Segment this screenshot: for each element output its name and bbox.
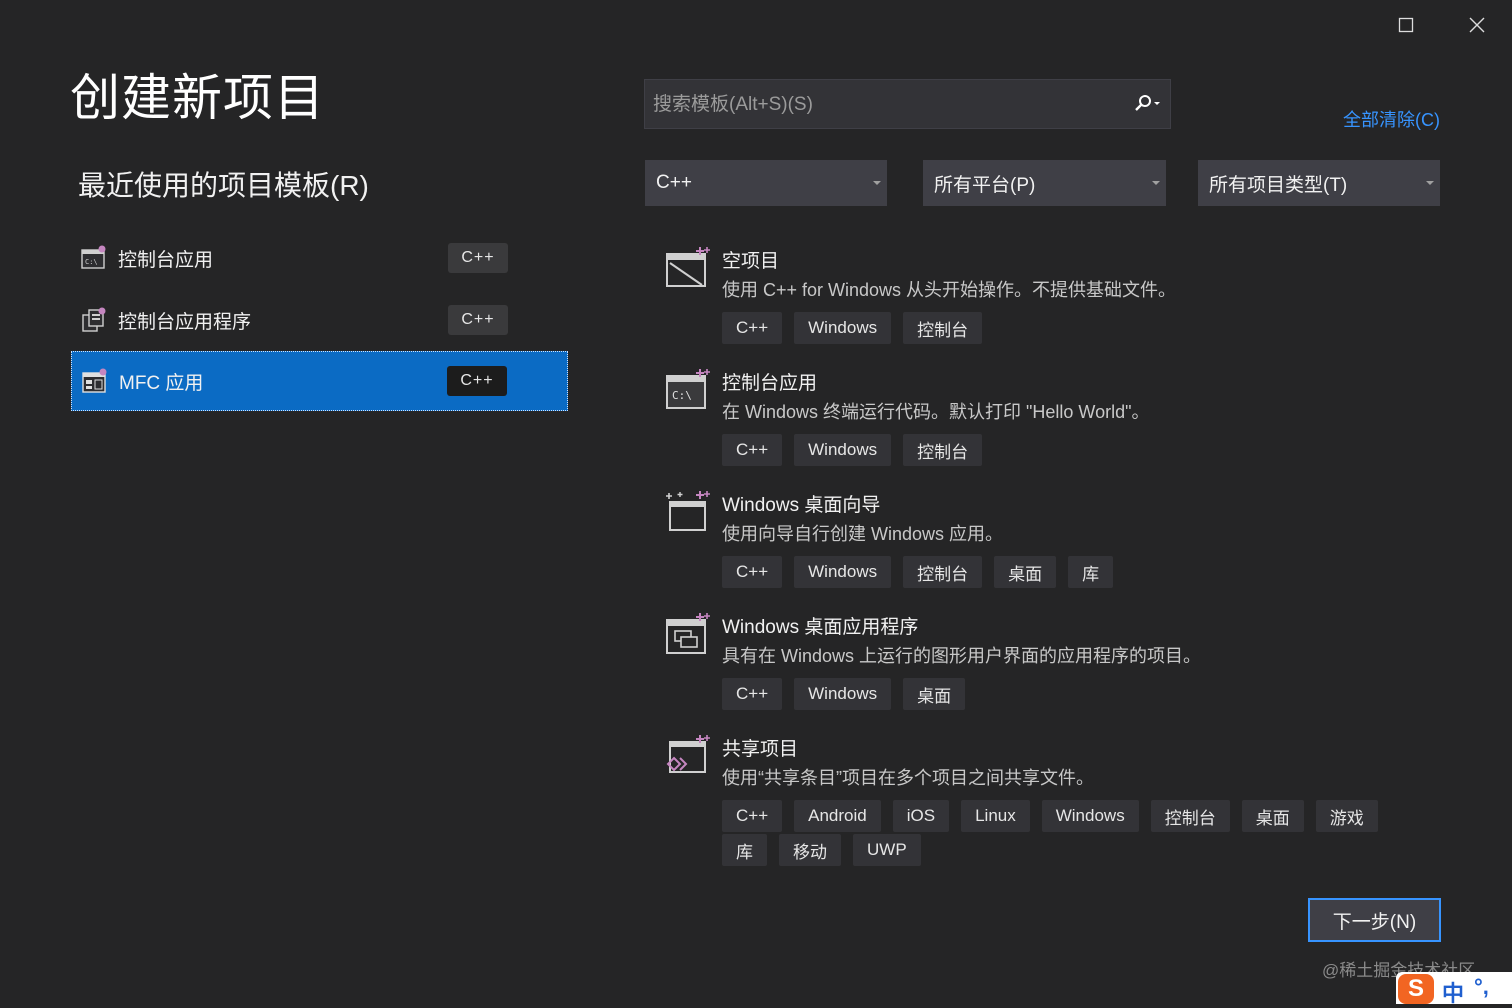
template-description: 使用 C++ for Windows 从头开始操作。不提供基础文件。 xyxy=(722,280,1177,300)
tag: 控制台 xyxy=(903,556,983,588)
tag: Windows xyxy=(794,434,892,466)
recent-item-label: 控制台应用 xyxy=(118,249,214,271)
template-description: 在 Windows 终端运行代码。默认打印 "Hello World"。 xyxy=(722,402,1150,422)
tag: Windows xyxy=(1041,800,1139,832)
template-tags: C++ Windows 控制台 桌面 库 xyxy=(722,556,1402,590)
tag: 库 xyxy=(722,834,767,866)
tag: 桌面 xyxy=(994,556,1057,588)
close-icon xyxy=(1469,17,1485,33)
console-app-icon: C:\ xyxy=(81,245,106,269)
chevron-down-icon xyxy=(873,181,881,185)
tag: 桌面 xyxy=(903,678,966,710)
template-tags: C++ Windows 控制台 xyxy=(722,434,1402,468)
template-name: 控制台应用 xyxy=(722,373,818,394)
template-description: 使用“共享条目”项目在多个项目之间共享文件。 xyxy=(722,768,1094,788)
tag: C++ xyxy=(722,800,783,832)
tag: Linux xyxy=(961,800,1030,832)
tag: 控制台 xyxy=(903,434,983,466)
tag: C++ xyxy=(722,556,783,588)
tag: 控制台 xyxy=(1150,800,1230,832)
maximize-icon xyxy=(1398,17,1414,33)
tag: C++ xyxy=(722,434,783,466)
console-program-icon xyxy=(82,307,106,332)
tag: 库 xyxy=(1068,556,1114,588)
maximize-button[interactable] xyxy=(1386,6,1426,44)
template-tags: C++ Windows 控制台 xyxy=(722,312,1402,346)
lang-badge: C++ xyxy=(448,305,508,335)
tag: Windows xyxy=(794,556,892,588)
recent-item-label: 控制台应用程序 xyxy=(118,311,252,333)
template-name: Windows 桌面向导 xyxy=(722,495,881,516)
next-button[interactable]: 下一步(N) xyxy=(1308,898,1441,942)
template-description: 具有在 Windows 上运行的图形用户界面的应用程序的项目。 xyxy=(722,646,1202,666)
tag: 桌面 xyxy=(1241,800,1304,832)
template-tags: C++ Android iOS Linux Windows 控制台 桌面 游戏 … xyxy=(722,800,1402,868)
tag: UWP xyxy=(853,834,921,866)
shared-project-icon xyxy=(666,735,710,773)
tag: 移动 xyxy=(779,834,841,866)
lang-badge: C++ xyxy=(448,243,508,273)
language-filter-value: C++ xyxy=(656,172,692,193)
close-button[interactable] xyxy=(1457,6,1497,44)
template-tags: C++ Windows 桌面 xyxy=(722,678,1402,712)
template-name: 空项目 xyxy=(722,251,780,272)
page-title: 创建新项目 xyxy=(70,70,325,126)
search-icon xyxy=(1135,95,1160,111)
recent-item-console-app[interactable]: C:\ 控制台应用 C++ xyxy=(71,228,568,288)
tag: 游戏 xyxy=(1315,800,1378,832)
chevron-down-icon xyxy=(1426,181,1434,185)
project-type-filter-value: 所有项目类型(T) xyxy=(1209,174,1348,196)
empty-project-icon xyxy=(666,247,710,287)
tag: C++ xyxy=(722,312,783,344)
recent-item-mfc-app[interactable]: MFC 应用 C++ xyxy=(71,351,568,411)
tag: C++ xyxy=(722,678,783,710)
tag: 控制台 xyxy=(903,312,983,344)
project-type-filter-dropdown[interactable]: 所有项目类型(T) xyxy=(1198,160,1440,206)
search-options-button[interactable] xyxy=(1124,80,1170,128)
tag: Android xyxy=(794,800,881,832)
chevron-down-icon xyxy=(1152,181,1160,185)
platform-filter-dropdown[interactable]: 所有平台(P) xyxy=(923,160,1166,206)
desktop-app-icon xyxy=(666,613,710,654)
template-name: Windows 桌面应用程序 xyxy=(722,617,919,638)
tag: Windows xyxy=(794,678,892,710)
search-input[interactable] xyxy=(651,80,1125,130)
svg-text:C:\: C:\ xyxy=(672,389,692,402)
language-filter-dropdown[interactable]: C++ xyxy=(645,160,887,206)
ime-punctuation-indicator[interactable]: °, xyxy=(1474,974,1489,1000)
ime-mode-indicator[interactable]: 中 xyxy=(1442,976,1464,1008)
svg-text:C:\: C:\ xyxy=(85,258,98,266)
wizard-icon xyxy=(666,491,710,531)
tag: iOS xyxy=(892,800,950,832)
mfc-app-icon xyxy=(82,368,107,393)
recent-item-label: MFC 应用 xyxy=(119,372,204,394)
lang-badge: C++ xyxy=(447,366,507,396)
clear-all-link[interactable]: 全部清除(C) xyxy=(1343,106,1440,132)
recent-item-console-app-program[interactable]: 控制台应用程序 C++ xyxy=(71,290,568,350)
template-description: 使用向导自行创建 Windows 应用。 xyxy=(722,524,1004,544)
ime-toolbar[interactable]: S 中 °, xyxy=(1396,972,1512,1006)
template-search-box xyxy=(644,79,1171,130)
tag: Windows xyxy=(794,312,892,344)
recent-templates-heading: 最近使用的项目模板(R) xyxy=(78,170,369,201)
template-name: 共享项目 xyxy=(722,739,799,760)
ime-logo-icon: S xyxy=(1398,974,1434,1004)
console-app-icon: C:\ xyxy=(666,369,710,409)
platform-filter-value: 所有平台(P) xyxy=(934,174,1036,196)
